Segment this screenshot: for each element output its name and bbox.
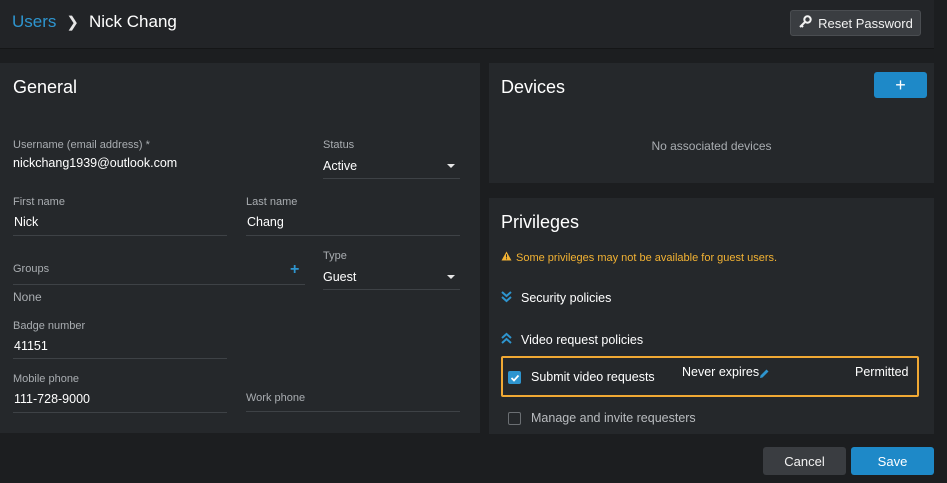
work-phone-underline [246,411,460,412]
last-name-label: Last name [246,196,298,208]
submit-video-requests-label: Submit video requests [531,370,655,384]
devices-title: Devices [501,77,566,97]
chevron-down-icon[interactable] [447,164,455,168]
reset-password-button[interactable]: Reset Password [790,10,921,36]
status-select[interactable]: Active [323,159,357,173]
double-chevron-up-icon [500,332,513,348]
mobile-phone-underline [13,412,227,413]
breadcrumb: Users ❯ Nick Chang [12,12,177,32]
reset-password-label: Reset Password [818,15,913,31]
security-policies-label: Security policies [521,291,612,305]
breadcrumb-users-link[interactable]: Users [12,12,56,32]
groups-value: None [13,290,42,304]
status-label: Status [323,139,355,151]
submit-video-requests-checkbox[interactable] [508,371,521,384]
first-name-field[interactable]: Nick [14,215,38,229]
check-icon [510,374,519,382]
security-policies-toggle[interactable]: Security policies [500,290,611,306]
status-underline [323,178,460,179]
top-bar: Users ❯ Nick Chang Reset Password [0,0,934,49]
privileges-panel [489,198,934,434]
manage-invite-requesters-checkbox[interactable] [508,412,521,425]
last-name-field[interactable]: Chang [247,215,284,229]
privileges-title: Privileges [501,212,580,232]
page-title: Nick Chang [88,12,177,31]
type-underline [323,289,460,290]
first-name-underline [13,235,227,236]
add-device-button[interactable]: + [874,72,927,98]
expiry-text: Never expires [682,365,760,379]
chevron-down-icon[interactable] [447,275,455,279]
save-button[interactable]: Save [851,447,934,475]
manage-invite-requesters-label: Manage and invite requesters [531,411,696,425]
add-group-icon[interactable]: + [290,262,299,278]
pencil-icon[interactable] [759,366,770,384]
badge-number-field[interactable]: 41151 [14,339,48,353]
double-chevron-down-icon [500,290,513,306]
key-icon [798,14,812,32]
first-name-label: First name [13,196,65,208]
permission-status: Permitted [855,365,909,379]
username-label: Username (email address) * [13,139,150,151]
chevron-right-icon: ❯ [66,14,79,31]
warning-text: Some privileges may not be available for… [516,251,778,264]
video-request-policies-label: Video request policies [521,333,644,347]
groups-underline [13,284,305,285]
type-select[interactable]: Guest [323,270,356,284]
badge-number-label: Badge number [13,320,86,332]
mobile-phone-label: Mobile phone [13,373,80,385]
work-phone-label: Work phone [246,392,306,404]
warning-icon [501,251,512,264]
cancel-button[interactable]: Cancel [763,447,846,475]
username-field[interactable]: nickchang1939@outlook.com [13,156,177,170]
badge-number-underline [13,358,227,359]
video-request-policies-toggle[interactable]: Video request policies [500,332,643,348]
groups-label: Groups [13,263,50,275]
guest-warning: Some privileges may not be available for… [501,251,777,264]
mobile-phone-field[interactable]: 111-728-9000 [14,392,90,406]
general-title: General [13,77,78,97]
last-name-underline [246,235,460,236]
devices-empty-text: No associated devices [651,139,772,153]
type-label: Type [323,250,347,262]
